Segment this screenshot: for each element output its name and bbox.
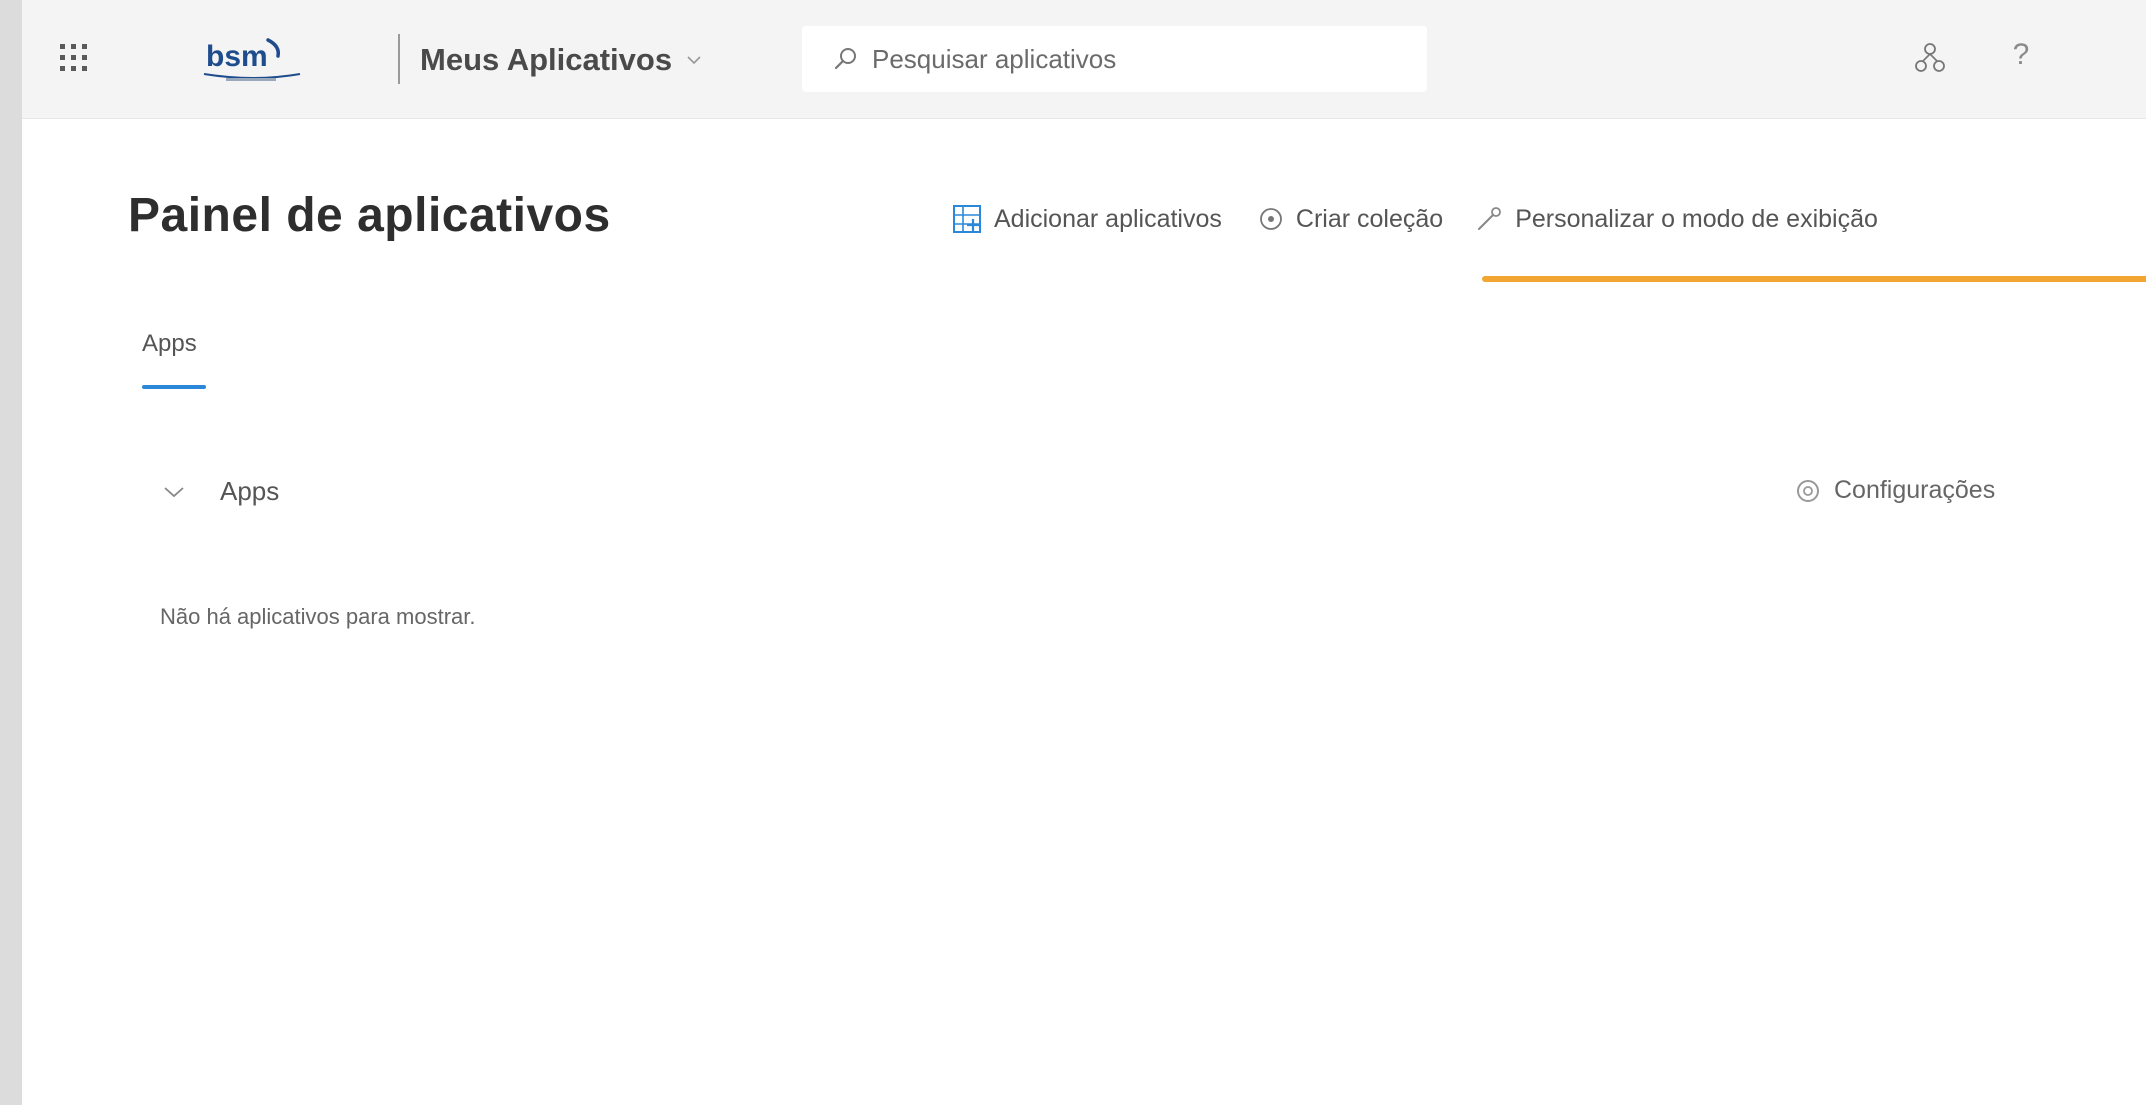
add-apps-label: Adicionar aplicativos — [994, 204, 1222, 233]
highlight-annotation-line — [1482, 276, 2146, 282]
organization-user-icon[interactable] — [1912, 40, 1948, 76]
bsm-logo[interactable]: bsm — [194, 30, 314, 88]
search-icon — [834, 48, 856, 70]
add-apps-button[interactable]: Adicionar aplicativos — [952, 204, 1222, 234]
create-collection-label: Criar coleção — [1295, 204, 1444, 233]
topbar-divider — [398, 34, 400, 84]
apps-section-toggle[interactable]: Apps — [162, 476, 279, 507]
add-app-grid-icon — [953, 205, 981, 233]
chevron-down-icon — [164, 486, 184, 497]
app-switcher-dropdown[interactable]: Meus Aplicativos — [420, 38, 702, 82]
settings-button[interactable]: Configurações — [1794, 476, 1995, 505]
search-box[interactable] — [802, 26, 1427, 92]
app-name: Meus Aplicativos — [420, 42, 673, 77]
chevron-down-icon — [687, 56, 701, 65]
app-launcher-icon[interactable] — [54, 38, 94, 78]
section-title: Apps — [220, 476, 280, 506]
add-circle-icon — [1260, 208, 1282, 230]
active-tab-indicator — [142, 385, 206, 389]
search-input[interactable] — [870, 42, 1394, 76]
settings-icon — [1797, 479, 1819, 502]
app-window: bsm Meus Aplicativos ? Painel — [22, 0, 2146, 1105]
empty-state-message: Não há aplicativos para mostrar. — [160, 604, 476, 629]
page-title: Painel de aplicativos — [128, 189, 611, 242]
tab-apps[interactable]: Apps — [142, 330, 197, 358]
create-collection-button[interactable]: Criar coleção — [1258, 205, 1443, 234]
help-icon[interactable]: ? — [2006, 38, 2036, 78]
top-navigation-bar: bsm Meus Aplicativos ? — [22, 0, 2146, 119]
command-bar: Adicionar aplicativos Criar coleção Pers… — [952, 196, 1878, 242]
customize-view-label: Personalizar o modo de exibição — [1515, 204, 1878, 233]
settings-label: Configurações — [1834, 476, 1996, 504]
customize-view-button[interactable]: Personalizar o modo de exibição — [1475, 205, 1878, 234]
wand-icon — [1478, 207, 1502, 230]
svg-text:bsm: bsm — [206, 40, 268, 73]
